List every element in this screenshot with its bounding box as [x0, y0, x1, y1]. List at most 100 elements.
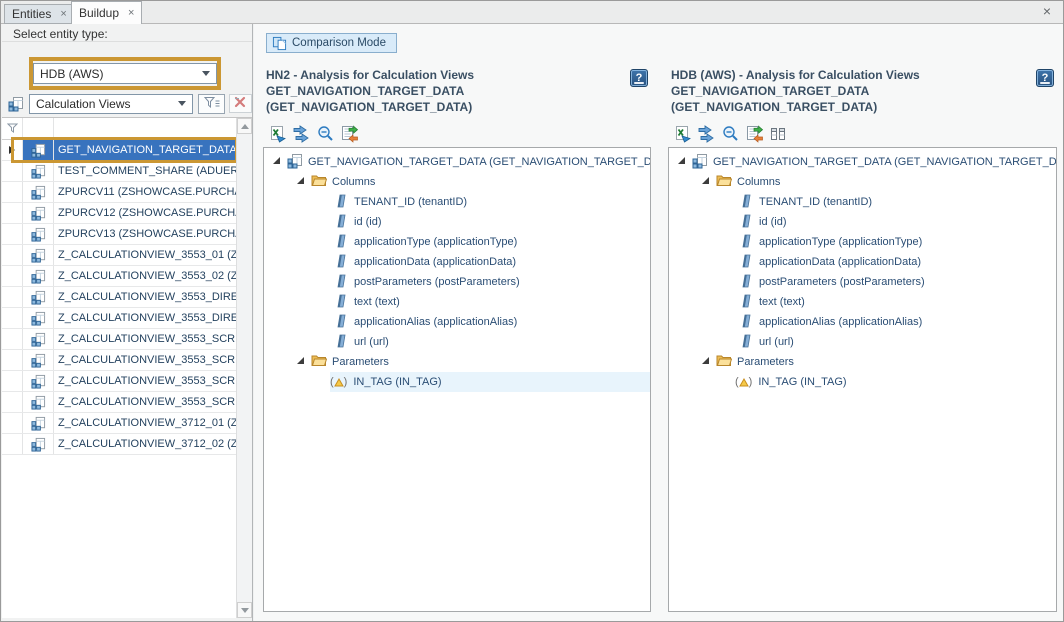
folder-open-icon: [716, 354, 732, 370]
transfer-compare-button[interactable]: [340, 125, 358, 143]
entity-category-value: Calculation Views: [36, 97, 131, 111]
tree-column-item[interactable]: TENANT_ID (tenantID): [264, 192, 650, 212]
entity-list-scrollbar[interactable]: [236, 118, 252, 618]
tab-strip: Entities × Buildup × ×: [1, 1, 1063, 24]
list-item[interactable]: Z_CALCULATIONVIEW_3553_02 (ZSF: [2, 266, 236, 287]
entity-list: GET_NAVIGATION_TARGET_DATA (s TEST_COMME…: [2, 140, 236, 455]
comparison-mode-button[interactable]: Comparison Mode: [266, 33, 397, 53]
expand-all-button[interactable]: [697, 125, 715, 143]
tree-column-item[interactable]: applicationAlias (applicationAlias): [264, 312, 650, 332]
tree-column-item[interactable]: text (text): [264, 292, 650, 312]
list-item-label: Z_CALCULATIONVIEW_3553_SCRIPT: [54, 371, 236, 391]
tab-close-icon[interactable]: ×: [60, 9, 66, 20]
tree-column-item[interactable]: postParameters (postParameters): [669, 272, 1056, 292]
column-icon: [741, 294, 752, 311]
list-item-label: Z_CALCULATIONVIEW_3553_02 (ZSF: [54, 266, 236, 286]
tab-buildup[interactable]: Buildup ×: [71, 1, 142, 24]
tree-column-label: text (text): [354, 296, 400, 308]
tree-column-item[interactable]: applicationType (applicationType): [264, 232, 650, 252]
tree-column-item[interactable]: applicationType (applicationType): [669, 232, 1056, 252]
entity-type-dropdown[interactable]: HDB (AWS): [33, 63, 217, 84]
tree-column-item[interactable]: id (id): [264, 212, 650, 232]
tree-folder-parameters[interactable]: Parameters: [264, 352, 650, 372]
tree-column-label: text (text): [759, 296, 805, 308]
list-item-label: Z_CALCULATIONVIEW_3712_01 (ZSF: [54, 413, 236, 433]
expand-all-button[interactable]: [292, 125, 310, 143]
tree-expanded-icon[interactable]: [701, 176, 710, 188]
comparison-area: Comparison Mode HN2 - Analysis for Calcu…: [254, 24, 1064, 622]
tree-folder-parameters[interactable]: Parameters: [669, 352, 1056, 372]
columns-layout-button[interactable]: [769, 125, 787, 143]
transfer-compare-button[interactable]: [745, 125, 763, 143]
list-item[interactable]: Z_CALCULATIONVIEW_3553_DIRECT: [2, 308, 236, 329]
panel-title-line3: (GET_NAVIGATION_TARGET_DATA): [671, 99, 1057, 115]
calculation-view-icon: [23, 161, 54, 181]
row-indicator-cell: [2, 203, 23, 223]
clear-filter-button[interactable]: [229, 94, 252, 113]
category-row: Calculation Views: [2, 93, 252, 114]
zoom-out-button[interactable]: [316, 125, 334, 143]
list-item[interactable]: Z_CALCULATIONVIEW_3553_SCRIPT: [2, 329, 236, 350]
column-icon: [336, 314, 347, 331]
scroll-down-button[interactable]: [237, 602, 252, 618]
tree-expanded-icon[interactable]: [272, 156, 281, 168]
tree-root-item[interactable]: GET_NAVIGATION_TARGET_DATA (GET_NAVIGATI…: [264, 152, 650, 172]
tree-root-item[interactable]: GET_NAVIGATION_TARGET_DATA (GET_NAVIGATI…: [669, 152, 1056, 172]
calculation-view-icon: [23, 308, 54, 328]
tree-column-item[interactable]: applicationData (applicationData): [264, 252, 650, 272]
tree-column-item[interactable]: url (url): [669, 332, 1056, 352]
list-item[interactable]: Z_CALCULATIONVIEW_3712_01 (ZSF: [2, 413, 236, 434]
tab-close-icon[interactable]: ×: [128, 8, 134, 19]
tree-column-item[interactable]: postParameters (postParameters): [264, 272, 650, 292]
tree-column-item[interactable]: applicationAlias (applicationAlias): [669, 312, 1056, 332]
tree-column-item[interactable]: url (url): [264, 332, 650, 352]
tree-column-item[interactable]: id (id): [669, 212, 1056, 232]
help-icon[interactable]: ?: [1036, 69, 1054, 87]
row-indicator-cell: [2, 392, 23, 412]
grid-filter-row[interactable]: [2, 118, 236, 140]
arrow-down-icon: [241, 608, 249, 613]
tree-expanded-icon[interactable]: [677, 156, 686, 168]
zoom-out-button[interactable]: [721, 125, 739, 143]
tree-folder-columns[interactable]: Columns: [669, 172, 1056, 192]
list-item[interactable]: Z_CALCULATIONVIEW_3553_DIRECT: [2, 287, 236, 308]
list-item[interactable]: Z_CALCULATIONVIEW_3553_01 (ZSF: [2, 245, 236, 266]
tree-parameter-item[interactable]: ( ) IN_TAG (IN_TAG): [669, 372, 1056, 392]
tree-expanded-icon[interactable]: [296, 356, 305, 368]
tree-expanded-icon[interactable]: [701, 356, 710, 368]
list-item[interactable]: ZPURCV12 (ZSHOWCASE.PURCHASIN: [2, 203, 236, 224]
filter-button[interactable]: [198, 94, 224, 114]
select-entity-type-label: Select entity type:: [2, 24, 252, 42]
tree-column-item[interactable]: applicationData (applicationData): [669, 252, 1056, 272]
tree-expanded-icon[interactable]: [296, 176, 305, 188]
list-item[interactable]: TEST_COMMENT_SHARE (ADUERRST: [2, 161, 236, 182]
list-item[interactable]: GET_NAVIGATION_TARGET_DATA (s: [2, 140, 236, 161]
help-icon[interactable]: ?: [630, 69, 648, 87]
tree-folder-columns[interactable]: Columns: [264, 172, 650, 192]
tree-column-item[interactable]: TENANT_ID (tenantID): [669, 192, 1056, 212]
list-item[interactable]: Z_CALCULATIONVIEW_3553_SCRIPT: [2, 350, 236, 371]
export-excel-button[interactable]: [673, 125, 691, 143]
list-item-label: ZPURCV11 (ZSHOWCASE.PURCHASIN: [54, 182, 236, 202]
tab-entities[interactable]: Entities ×: [4, 4, 75, 24]
export-excel-button[interactable]: [268, 125, 286, 143]
calculation-view-icon: [23, 329, 54, 349]
entity-category-dropdown[interactable]: Calculation Views: [29, 94, 193, 114]
tree-column-label: TENANT_ID (tenantID): [354, 196, 467, 208]
tree-column-item[interactable]: text (text): [669, 292, 1056, 312]
tree-column-label: applicationData (applicationData): [759, 256, 921, 268]
list-item[interactable]: ZPURCV13 (ZSHOWCASE.PURCHASIN: [2, 224, 236, 245]
tree-folder-label: Columns: [332, 176, 375, 188]
list-item[interactable]: ZPURCV11 (ZSHOWCASE.PURCHASIN: [2, 182, 236, 203]
list-item[interactable]: Z_CALCULATIONVIEW_3553_SCRIPT: [2, 392, 236, 413]
column-icon: [336, 234, 347, 251]
tree-parameter-item[interactable]: ( ) IN_TAG (IN_TAG): [264, 372, 650, 392]
panel-hn2-toolbar: [263, 125, 651, 143]
close-icon[interactable]: ×: [1043, 3, 1051, 19]
tree-column-label: url (url): [759, 336, 794, 348]
list-item[interactable]: Z_CALCULATIONVIEW_3553_SCRIPT: [2, 371, 236, 392]
scroll-up-button[interactable]: [237, 118, 252, 134]
list-item-label: TEST_COMMENT_SHARE (ADUERRST: [54, 161, 236, 181]
scrollbar-track[interactable]: [237, 134, 252, 602]
list-item[interactable]: Z_CALCULATIONVIEW_3712_02 (ZSF: [2, 434, 236, 455]
